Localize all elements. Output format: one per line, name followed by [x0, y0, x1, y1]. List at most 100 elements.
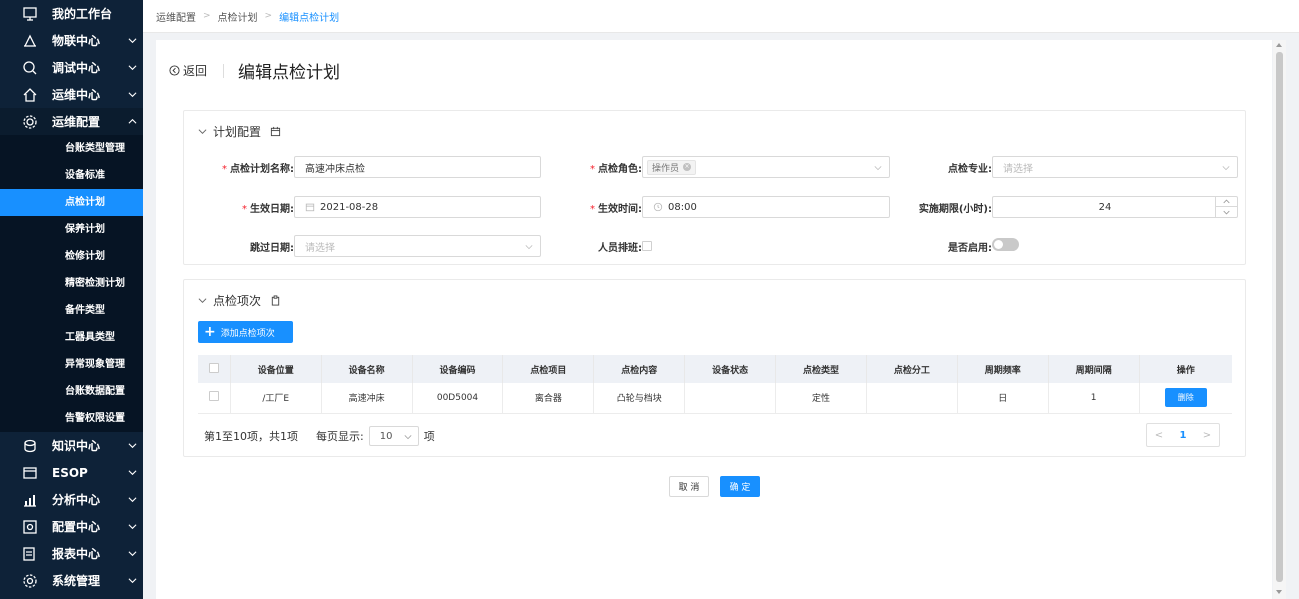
scrollbar-thumb[interactable] — [1276, 52, 1283, 582]
back-button[interactable]: 返回 — [169, 62, 207, 79]
sidebar-item-config-center[interactable]: 配置中心 — [0, 513, 143, 540]
sidebar-subitem[interactable]: 工器具类型 — [0, 324, 143, 351]
add-inspection-item-button[interactable]: + 添加点检项次 — [198, 321, 293, 343]
staff-schedule-checkbox[interactable] — [642, 241, 652, 251]
cell-inspection-item: 离合器 — [502, 383, 595, 414]
sidebar-subitem[interactable]: 异常现象管理 — [0, 351, 143, 378]
page-title: 编辑点检计划 — [238, 63, 341, 83]
plan-config-header[interactable]: 计划配置 — [198, 123, 281, 140]
sidebar-subitem[interactable]: 保养计划 — [0, 216, 143, 243]
next-page-icon[interactable]: > — [1195, 424, 1219, 446]
settings-icon — [22, 573, 38, 589]
cell-inspection-content: 凸轮与档块 — [593, 383, 686, 414]
chevron-down-icon — [128, 92, 137, 98]
period-label: 实施期限(小时): — [918, 204, 992, 215]
confirm-button[interactable]: 确 定 — [720, 476, 760, 497]
specialty-select[interactable]: 请选择 — [992, 156, 1238, 178]
stepper-down-icon[interactable] — [1216, 207, 1237, 217]
scroll-down-icon[interactable] — [1276, 590, 1282, 594]
sidebar-subitem[interactable]: 设备标准 — [0, 162, 143, 189]
back-label: 返回 — [183, 64, 208, 78]
sidebar-item-knowledge[interactable]: 知识中心 — [0, 432, 143, 459]
chevron-down-icon — [198, 298, 207, 304]
chevron-down-icon — [128, 470, 137, 476]
breadcrumb-item[interactable]: 运维配置 — [156, 9, 196, 24]
inspection-items-header[interactable]: 点检项次 — [198, 292, 281, 309]
sidebar-subitem[interactable]: 检修计划 — [0, 243, 143, 270]
breadcrumb: 运维配置 > 点检计划 > 编辑点检计划 — [143, 0, 1299, 33]
enabled-toggle[interactable] — [992, 238, 1019, 251]
sidebar-subitem[interactable]: 备件类型 — [0, 297, 143, 324]
cancel-button[interactable]: 取 消 — [669, 476, 709, 497]
column-header[interactable]: 点检项目 — [502, 355, 595, 383]
close-icon[interactable]: × — [683, 163, 692, 171]
role-tag[interactable]: 操作员 × — [647, 159, 697, 175]
scrollbar[interactable] — [1273, 40, 1286, 599]
select-all-checkbox[interactable] — [208, 362, 219, 373]
role-select[interactable]: 操作员 × — [642, 156, 890, 178]
page-number-current[interactable]: 1 — [1171, 424, 1195, 446]
sidebar-item-label: 运维配置 — [52, 115, 101, 129]
column-header[interactable]: 点检类型 — [775, 355, 867, 383]
specialty-label: 点检专业: — [948, 164, 992, 175]
row-checkbox-cell — [198, 383, 231, 414]
sidebar-subitem[interactable]: 告警权限设置 — [0, 405, 143, 432]
skip-date-select[interactable]: 请选择 — [294, 235, 541, 257]
sidebar-item-label: ESOP — [52, 465, 88, 480]
sidebar-subitem[interactable]: 精密检测计划 — [0, 270, 143, 297]
scroll-up-icon[interactable] — [1276, 43, 1282, 47]
cell-device-name: 高速冲床 — [321, 383, 413, 414]
plan-name-label: * 点检计划名称: — [222, 164, 294, 175]
column-header: 操作 — [1139, 355, 1232, 383]
column-header[interactable]: 点检内容 — [593, 355, 686, 383]
page-header: 返回 编辑点检计划 — [169, 58, 340, 83]
cell-division — [866, 383, 958, 414]
sidebar-subitem[interactable]: 台账类型管理 — [0, 135, 143, 162]
sidebar-item-system[interactable]: 系统管理 — [0, 567, 143, 594]
page-size-select[interactable]: 10 — [368, 426, 419, 446]
chevron-down-icon — [128, 38, 137, 44]
sidebar-item-iot[interactable]: 物联中心 — [0, 27, 143, 54]
column-header[interactable]: 周期频率 — [957, 355, 1049, 383]
iot-icon — [22, 33, 38, 49]
plan-config-section: 计划配置 * 点检计划名称: 高速冲床点检 * 点检角色: 操作员 × 点检专业: 请… — [183, 110, 1246, 265]
column-header[interactable]: 设备位置 — [230, 355, 322, 383]
column-header[interactable]: 周期间隔 — [1048, 355, 1140, 383]
sidebar-item-workbench[interactable]: 我的工作台 — [0, 0, 143, 27]
sidebar-item-report[interactable]: 报表中心 — [0, 540, 143, 567]
sidebar-subitem-active[interactable]: 点检计划 — [0, 189, 143, 216]
column-header[interactable]: 设备名称 — [321, 355, 413, 383]
column-header[interactable]: 设备编码 — [412, 355, 504, 383]
debug-icon — [22, 60, 38, 76]
period-stepper[interactable]: 24 — [992, 196, 1238, 218]
stepper-up-icon[interactable] — [1216, 197, 1237, 207]
effective-date-picker[interactable]: 2021-08-28 — [294, 196, 541, 218]
column-header[interactable]: 设备状态 — [684, 355, 777, 383]
sidebar-item-esop[interactable]: ESOP — [0, 459, 143, 486]
table-row: /工厂E 高速冲床 00D5004 离合器 凸轮与档块 定性 日 1 删除 — [198, 383, 1232, 414]
back-arrow-icon — [169, 65, 180, 76]
prev-page-icon[interactable]: < — [1147, 424, 1171, 446]
chevron-down-icon — [128, 524, 137, 530]
sidebar-item-debug[interactable]: 调试中心 — [0, 54, 143, 81]
sidebar-item-analysis[interactable]: 分析中心 — [0, 486, 143, 513]
plan-name-input[interactable]: 高速冲床点检 — [294, 156, 541, 178]
sidebar-subitem[interactable]: 台账数据配置 — [0, 378, 143, 405]
sidebar-item-ops-config[interactable]: 运维配置 — [0, 108, 143, 135]
column-header[interactable]: 点检分工 — [866, 355, 958, 383]
breadcrumb-item[interactable]: 点检计划 — [218, 9, 258, 24]
inspection-items-section: 点检项次 + 添加点检项次 设备位置 设备名称 设备编码 点检项目 点检内容 设… — [183, 279, 1246, 457]
pager-summary: 第1至10项，共1项 — [204, 430, 298, 443]
sidebar-item-ops-center[interactable]: 运维中心 — [0, 81, 143, 108]
select-all-header — [198, 355, 231, 383]
table-header-row: 设备位置 设备名称 设备编码 点检项目 点检内容 设备状态 点检类型 点检分工 … — [198, 355, 1232, 383]
sidebar-item-label: 配置中心 — [52, 520, 101, 534]
cell-inspection-type: 定性 — [775, 383, 867, 414]
effective-time-picker[interactable]: 08:00 — [642, 196, 890, 218]
delete-button[interactable]: 删除 — [1164, 388, 1207, 408]
sidebar-item-label: 知识中心 — [52, 439, 101, 453]
sidebar-item-label: 物联中心 — [52, 34, 101, 48]
chevron-down-icon — [128, 65, 137, 71]
chevron-down-icon — [1222, 166, 1230, 171]
row-checkbox[interactable] — [208, 391, 219, 402]
